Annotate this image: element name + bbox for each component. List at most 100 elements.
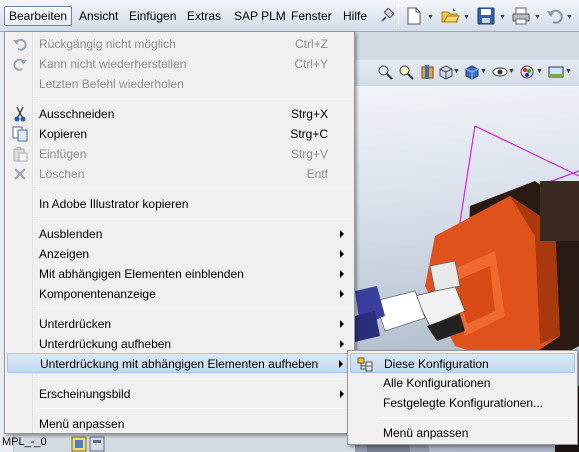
menu-separator [36, 308, 352, 309]
menu-item-label: Unterdrückung mit abhängigen Elementen a… [40, 357, 319, 371]
menu-item-show-with-dependents[interactable]: Mit abhängigen Elementen einblenden [7, 264, 352, 284]
chevron-down-icon[interactable]: ▼ [453, 68, 460, 75]
tree-item-label[interactable]: MPL_-_0 [2, 436, 47, 448]
menu-item-delete[interactable]: Löschen Entf [7, 164, 352, 184]
chevron-down-icon[interactable]: ▼ [566, 14, 573, 21]
submenu-item-label: Diese Konfiguration [384, 357, 489, 371]
menu-item-repeat-last-command[interactable]: Letzten Befehl wiederholen [7, 74, 352, 94]
menu-item-label: Letzten Befehl wiederholen [39, 77, 184, 91]
chevron-down-icon[interactable]: ▼ [427, 14, 434, 21]
menu-item-label: Einfügen [39, 147, 87, 161]
save-icon[interactable] [476, 6, 496, 26]
submenu-arrow-icon [340, 270, 344, 278]
menu-item-cut[interactable]: Ausschneiden Strg+X [7, 104, 352, 124]
menu-item-appearance[interactable]: Erscheinungsbild [7, 384, 352, 404]
menu-item-label: Ausblenden [39, 227, 103, 241]
menu-item-undo[interactable]: Rückgängig nicht möglich Ctrl+Z [7, 34, 352, 54]
view-orientation-icon[interactable] [438, 64, 454, 80]
submenu-item-label: Menü anpassen [383, 426, 469, 440]
menu-item-customize-menu[interactable]: Menü anpassen [7, 414, 352, 434]
submenu-item-specified-configurations[interactable]: Festgelegte Konfigurationen... [350, 393, 575, 413]
menu-separator [36, 188, 352, 189]
menu-hilfe[interactable]: Hilfe [339, 6, 371, 26]
menu-item-paste[interactable]: Einfügen Strg+V [7, 144, 352, 164]
menu-item-label: Rückgängig nicht möglich [39, 37, 176, 51]
pin-icon[interactable] [377, 6, 397, 26]
menu-sap-plm[interactable]: SAP PLM [230, 6, 290, 26]
menu-item-label: In Adobe Illustrator kopieren [39, 197, 189, 211]
toolbar-separator [398, 4, 399, 28]
unsuppress-submenu: Diese Konfiguration Alle Konfigurationen… [347, 350, 578, 445]
menu-item-show[interactable]: Anzeigen [7, 244, 352, 264]
paste-icon [13, 147, 28, 162]
copy-icon [12, 126, 28, 142]
submenu-arrow-icon [340, 390, 344, 398]
view-toolbar: ▼ ▼ ▼ ▼ ▼ [355, 60, 579, 86]
zoom-area-icon[interactable] [398, 64, 414, 80]
scene-icon[interactable] [548, 64, 564, 80]
menu-item-shortcut: Strg+V [290, 147, 328, 161]
menu-separator [378, 417, 573, 418]
section-view-icon[interactable] [420, 64, 436, 80]
submenu-item-label: Alle Konfigurationen [383, 376, 491, 390]
menu-item-label: Komponentenanzeige [39, 287, 156, 301]
chevron-down-icon[interactable]: ▼ [463, 14, 470, 21]
chevron-down-icon[interactable]: ▼ [565, 68, 572, 75]
menu-separator [36, 378, 352, 379]
menu-ansicht[interactable]: Ansicht [75, 6, 122, 26]
submenu-item-all-configurations[interactable]: Alle Konfigurationen [350, 373, 575, 393]
submenu-arrow-icon [340, 290, 344, 298]
submenu-arrow-icon [340, 320, 344, 328]
menu-item-label: Unterdrückung aufheben [39, 337, 172, 351]
submenu-item-customize-menu[interactable]: Menü anpassen [350, 423, 575, 443]
tree-tab-icons[interactable] [70, 436, 110, 452]
menu-item-unsuppress-with-dependents[interactable]: Unterdrückung mit abhängigen Elementen a… [7, 353, 352, 373]
submenu-item-this-configuration[interactable]: Diese Konfiguration [350, 353, 575, 373]
menu-item-suppress[interactable]: Unterdrücken [7, 314, 352, 334]
chevron-down-icon[interactable]: ▼ [508, 68, 515, 75]
chevron-down-icon[interactable]: ▼ [480, 68, 487, 75]
submenu-arrow-icon [340, 250, 344, 258]
menu-item-shortcut: Strg+C [290, 127, 328, 141]
undo-icon [13, 38, 27, 51]
menu-item-label: Kann nicht wiederherstellen [39, 57, 187, 71]
menu-item-hide[interactable]: Ausblenden [7, 224, 352, 244]
menu-separator [36, 218, 352, 219]
redo-icon [13, 58, 27, 71]
print-icon[interactable] [511, 6, 531, 26]
undo-icon[interactable] [545, 6, 565, 26]
menu-item-copy[interactable]: Kopieren Strg+C [7, 124, 352, 144]
submenu-item-label: Festgelegte Konfigurationen... [383, 396, 544, 410]
menu-separator [36, 408, 352, 409]
menu-extras[interactable]: Extras [183, 6, 225, 26]
scissors-icon [14, 106, 26, 122]
new-document-icon[interactable] [404, 6, 424, 26]
open-folder-icon[interactable] [440, 6, 460, 26]
submenu-arrow-icon [340, 340, 344, 348]
menu-item-shortcut: Strg+X [290, 107, 328, 121]
edit-menu: Rückgängig nicht möglich Ctrl+Z Kann nic… [4, 31, 355, 434]
menu-item-unsuppress[interactable]: Unterdrückung aufheben [7, 334, 352, 354]
configuration-icon [357, 357, 373, 372]
chevron-down-icon[interactable]: ▼ [536, 68, 543, 75]
menu-item-copy-to-illustrator[interactable]: In Adobe Illustrator kopieren [7, 194, 352, 214]
zoom-icon[interactable] [377, 64, 393, 80]
appearance-icon[interactable] [519, 64, 535, 80]
menu-item-label: Unterdrücken [39, 317, 112, 331]
chevron-down-icon[interactable]: ▼ [534, 14, 541, 21]
menu-item-label: Kopieren [39, 127, 88, 141]
menu-item-component-display[interactable]: Komponentenanzeige [7, 284, 352, 304]
chevron-down-icon[interactable]: ▼ [499, 14, 506, 21]
hide-show-icon[interactable] [492, 64, 508, 80]
menu-fenster[interactable]: Fenster [287, 6, 336, 26]
menu-item-label: Ausschneiden [39, 107, 115, 121]
menu-item-shortcut: Ctrl+Y [294, 57, 328, 71]
menu-item-label: Menü anpassen [39, 417, 125, 431]
menu-item-redo[interactable]: Kann nicht wiederherstellen Ctrl+Y [7, 54, 352, 74]
menu-item-shortcut: Entf [306, 167, 328, 181]
menu-einfuegen[interactable]: Einfügen [125, 6, 180, 26]
display-style-icon[interactable] [464, 64, 480, 80]
submenu-arrow-icon [339, 360, 343, 368]
menu-bearbeiten[interactable]: Bearbeiten [4, 6, 73, 26]
delete-icon [14, 168, 26, 180]
